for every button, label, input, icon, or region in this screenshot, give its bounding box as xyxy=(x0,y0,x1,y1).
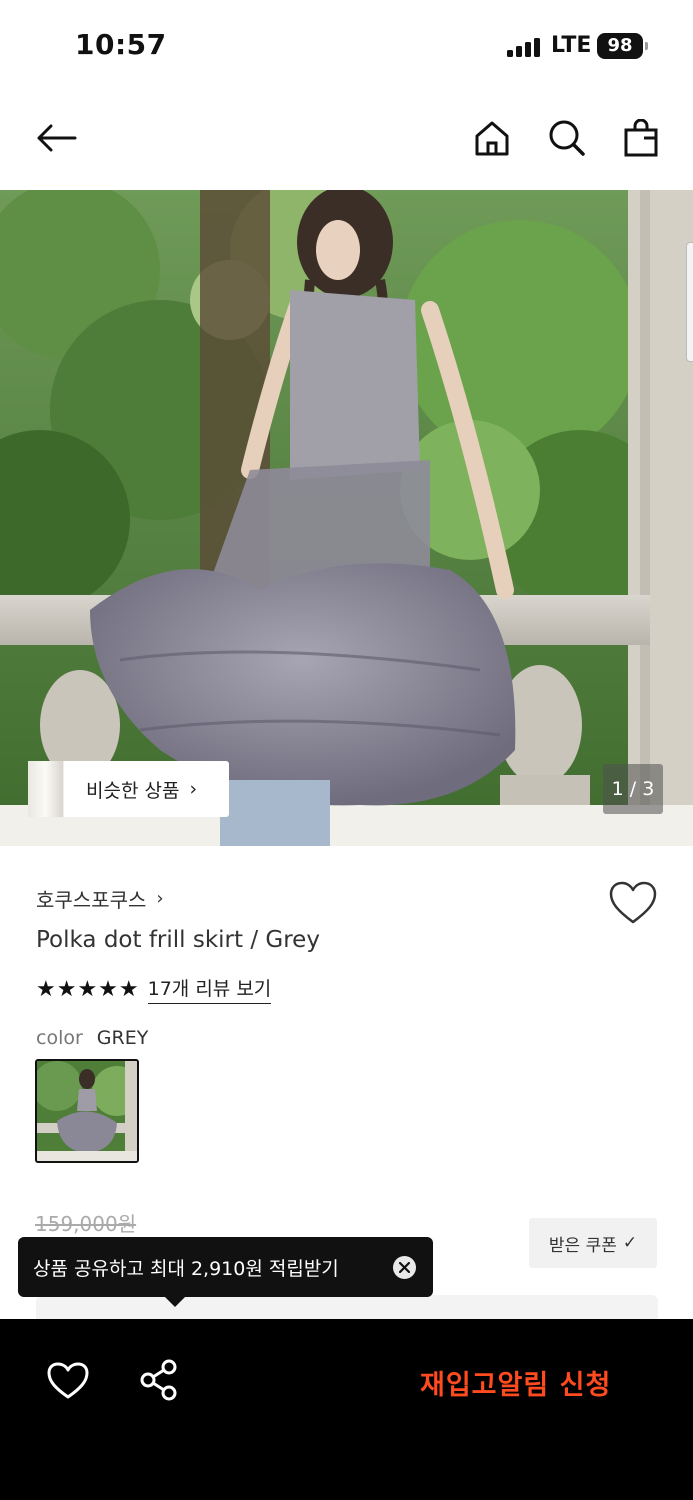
wishlist-button[interactable] xyxy=(608,880,658,926)
brand-link[interactable]: 호쿠스포쿠스 › xyxy=(36,884,164,913)
chevron-right-icon: › xyxy=(156,888,164,909)
similar-thumbnail xyxy=(28,761,64,817)
rating-row: ★★★★★ 17개 리뷰 보기 xyxy=(36,974,272,1004)
network-label: LTE xyxy=(551,33,592,58)
home-icon xyxy=(475,121,509,156)
status-bar: 10:57 LTE 98 xyxy=(0,0,693,90)
product-title: Polka dot frill skirt / Grey xyxy=(36,927,320,953)
similar-products-button[interactable]: 비슷한 상품 › xyxy=(28,761,229,817)
product-photo xyxy=(0,190,693,846)
bottom-wishlist-button[interactable] xyxy=(46,1361,90,1401)
share-icon xyxy=(140,1359,177,1401)
option-value: GREY xyxy=(96,1027,149,1049)
received-coupon-button[interactable]: 받은 쿠폰 ✓ xyxy=(529,1218,657,1268)
star-rating-icon: ★★★★★ xyxy=(36,976,140,1002)
color-option: color GREY xyxy=(36,1027,148,1049)
side-handle[interactable] xyxy=(686,242,693,362)
nav-bar xyxy=(0,100,693,180)
cart-button[interactable] xyxy=(615,112,667,164)
heart-icon xyxy=(47,1362,89,1399)
coupon-label: 받은 쿠폰 xyxy=(548,1235,617,1256)
battery-nub xyxy=(645,42,648,50)
heart-icon xyxy=(609,881,657,924)
arrow-left-icon xyxy=(37,124,77,152)
close-icon xyxy=(399,1262,410,1273)
color-swatch-grey[interactable] xyxy=(35,1059,139,1163)
similar-products-label: 비슷한 상품 xyxy=(86,779,180,802)
back-button[interactable] xyxy=(30,112,82,164)
chevron-right-icon: › xyxy=(189,778,198,800)
original-price: 159,000원 xyxy=(35,1212,137,1236)
option-label: color xyxy=(36,1027,83,1049)
tooltip-arrow xyxy=(165,1297,185,1307)
restock-alert-button[interactable]: 재입고알림 신청 xyxy=(420,1363,611,1402)
home-button[interactable] xyxy=(466,112,518,164)
swatch-thumbnail xyxy=(37,1061,137,1161)
battery-icon: 98 xyxy=(597,33,643,59)
check-icon: ✓ xyxy=(622,1233,638,1253)
tooltip-close-button[interactable] xyxy=(393,1256,416,1279)
search-button[interactable] xyxy=(541,112,593,164)
review-link[interactable]: 17개 리뷰 보기 xyxy=(147,974,272,1004)
shopping-bag-icon xyxy=(624,119,658,157)
page-indicator: 1 / 3 xyxy=(603,764,663,814)
product-image-carousel[interactable]: 비슷한 상품 › 1 / 3 xyxy=(0,190,693,846)
tooltip-text: 상품 공유하고 최대 2,910원 적립받기 xyxy=(33,1257,339,1280)
signal-icon xyxy=(507,37,541,57)
share-button[interactable] xyxy=(139,1359,179,1401)
status-time: 10:57 xyxy=(75,28,167,61)
bottom-action-bar: 재입고알림 신청 xyxy=(0,1319,693,1500)
search-icon xyxy=(549,120,585,156)
share-reward-tooltip[interactable]: 상품 공유하고 최대 2,910원 적립받기 xyxy=(18,1237,433,1307)
brand-name: 호쿠스포쿠스 xyxy=(36,888,147,912)
